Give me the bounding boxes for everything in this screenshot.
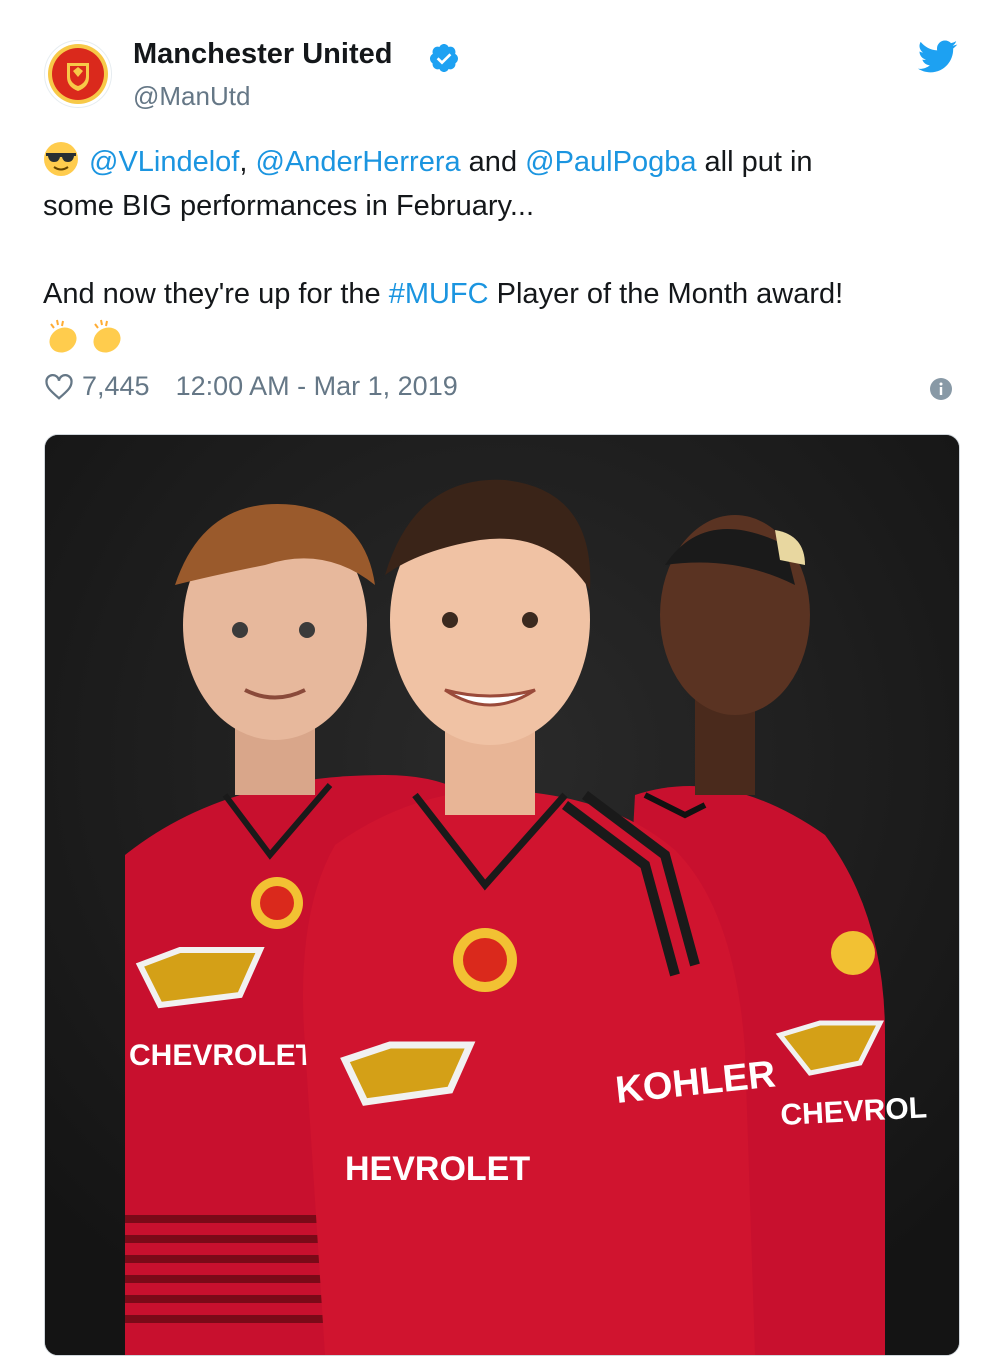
avatar[interactable] bbox=[44, 40, 112, 108]
hashtag-mufc-link[interactable]: #MUFC bbox=[389, 278, 489, 310]
club-crest-badge-right bbox=[831, 931, 875, 975]
sunglasses-emoji-icon bbox=[44, 142, 78, 176]
clapping-hands-emoji-icon bbox=[49, 319, 77, 353]
tweet-line-1: @VLindelof, @AnderHerrera and @PaulPogba… bbox=[43, 140, 943, 184]
info-icon[interactable] bbox=[929, 377, 953, 401]
tweet-text-segment-1: all put in bbox=[696, 146, 813, 178]
mention-herrera-link[interactable]: @AnderHerrera bbox=[256, 146, 461, 178]
sponsor-text-center: HEVROLET bbox=[345, 1150, 530, 1188]
like-count[interactable]: 7,445 bbox=[82, 371, 150, 402]
tweet-separator-1: , bbox=[239, 146, 256, 178]
tweet-text-segment-3: Player of the Month award! bbox=[488, 278, 844, 310]
tweet-line-2: some BIG performances in February... bbox=[43, 190, 535, 222]
tweet-separator-2: and bbox=[460, 146, 526, 178]
tweet-line-3: And now they're up for the #MUFC Player … bbox=[43, 272, 943, 316]
tweet-text-segment-2: And now they're up for the bbox=[43, 278, 389, 310]
tweet-card: Manchester United @ManUtd @VLindelof, @A… bbox=[0, 0, 1000, 1356]
tweet-text: @VLindelof, @AnderHerrera and @PaulPogba… bbox=[43, 140, 943, 361]
players-photo: CHEVROL CHEVROLET HEVROLET KOHLER bbox=[45, 435, 959, 1355]
sponsor-text-left: CHEVROLET bbox=[129, 1039, 314, 1072]
tweet-meta: 7,445 12:00 AM - Mar 1, 2019 bbox=[44, 371, 458, 402]
club-crest-icon bbox=[48, 44, 108, 104]
verified-badge-icon bbox=[429, 44, 458, 72]
club-crest-badge-inner bbox=[260, 886, 294, 920]
tweet-photo[interactable]: CHEVROL CHEVROLET HEVROLET KOHLER bbox=[44, 434, 960, 1356]
mention-lindelof-link[interactable]: @VLindelof bbox=[89, 146, 239, 178]
heart-icon[interactable] bbox=[44, 372, 74, 402]
account-name[interactable]: Manchester United bbox=[133, 38, 392, 71]
clapping-hands-emoji-icon bbox=[93, 319, 121, 353]
tweet-timestamp[interactable]: 12:00 AM - Mar 1, 2019 bbox=[176, 371, 458, 402]
twitter-bird-icon[interactable] bbox=[918, 40, 958, 74]
account-handle[interactable]: @ManUtd bbox=[133, 81, 250, 112]
tweet-line-4 bbox=[43, 316, 943, 361]
mention-pogba-link[interactable]: @PaulPogba bbox=[525, 146, 696, 178]
